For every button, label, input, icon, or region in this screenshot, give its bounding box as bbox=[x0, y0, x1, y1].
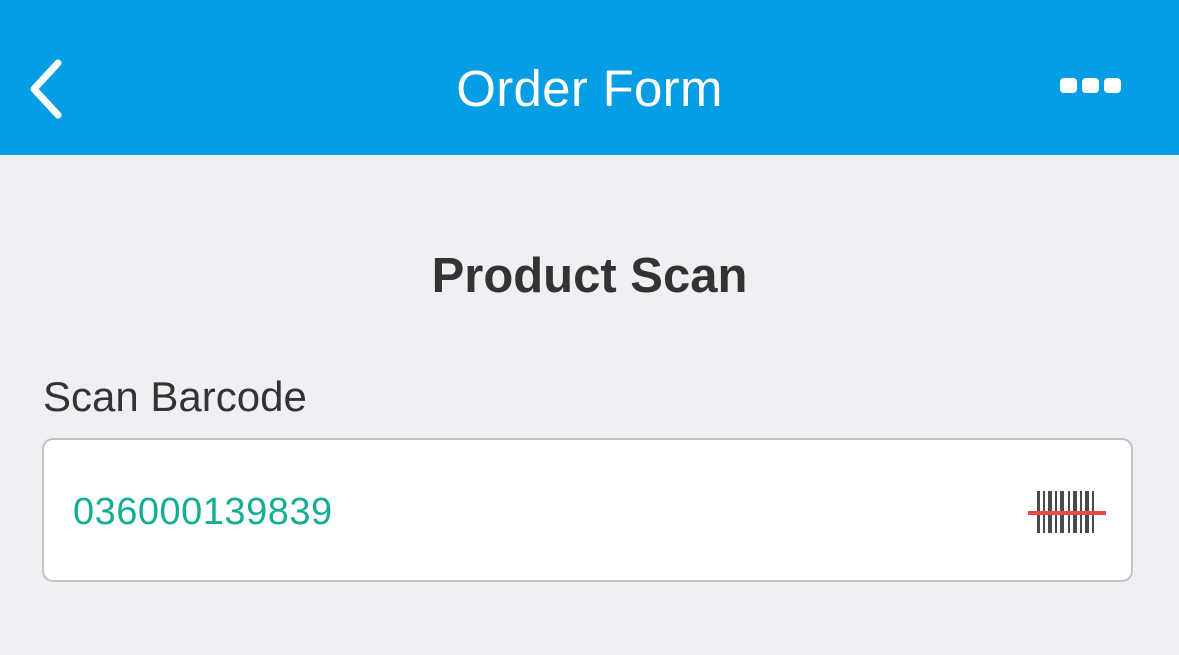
barcode-field-label: Scan Barcode bbox=[43, 373, 307, 420]
more-options-button[interactable] bbox=[1048, 62, 1132, 108]
more-dot bbox=[1103, 77, 1121, 93]
barcode-input[interactable]: 036000139839 bbox=[42, 438, 1133, 582]
navigation-bar: Order Form bbox=[0, 0, 1179, 155]
barcode-scan-button[interactable] bbox=[1023, 484, 1111, 542]
section-title: Product Scan bbox=[431, 249, 748, 303]
barcode-value[interactable]: 036000139839 bbox=[73, 486, 333, 538]
more-dot bbox=[1059, 77, 1077, 93]
page-title: Order Form bbox=[456, 60, 723, 117]
barcode-scan-icon bbox=[1028, 491, 1106, 533]
more-dot bbox=[1081, 77, 1099, 93]
